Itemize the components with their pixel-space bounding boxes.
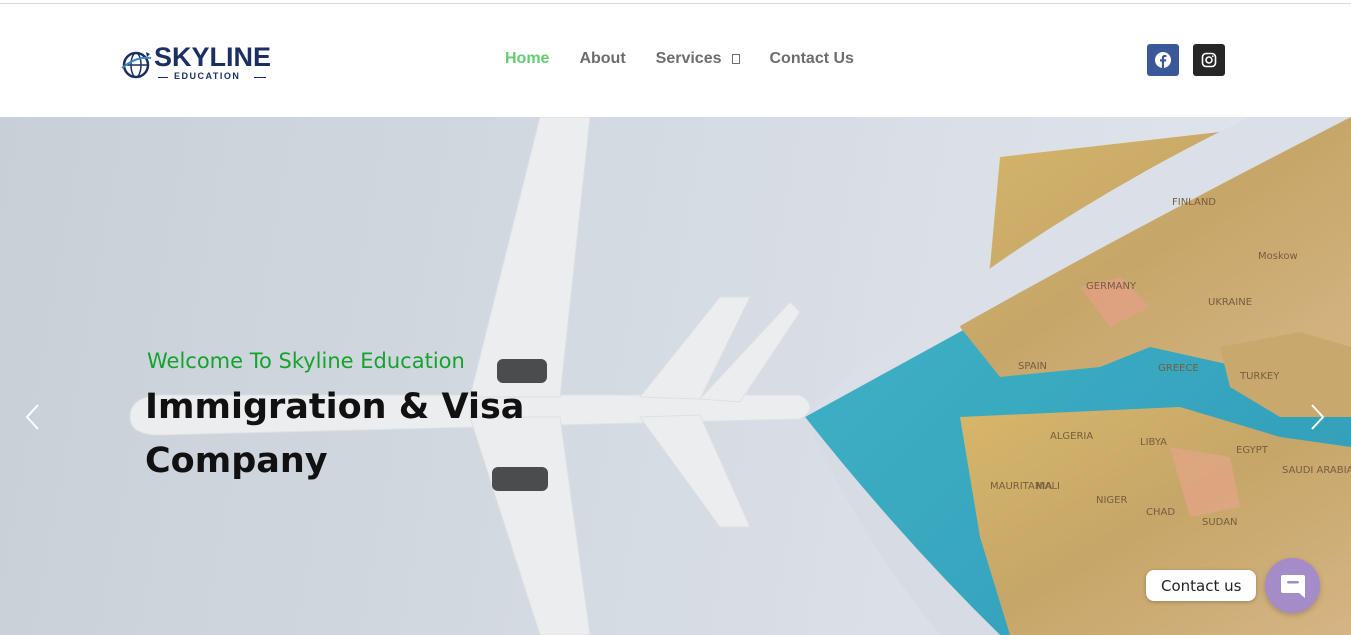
nav-item-home[interactable]: Home bbox=[505, 50, 549, 68]
hero-slider: FINLAND Moskow GERMANY UKRAINE SPAIN GRE… bbox=[0, 117, 1351, 635]
instagram-icon bbox=[1201, 52, 1217, 68]
instagram-button[interactable] bbox=[1193, 44, 1225, 76]
hero-title: Immigration & Visa Company bbox=[145, 387, 525, 481]
contact-us-label[interactable]: Contact us bbox=[1146, 570, 1257, 601]
logo[interactable]: SKYLINE EDUCATION bbox=[120, 42, 272, 86]
chevron-left-icon bbox=[25, 404, 39, 430]
contact-chat-button[interactable] bbox=[1265, 558, 1320, 613]
logo-divider bbox=[254, 77, 266, 78]
chevron-right-icon bbox=[1311, 404, 1325, 430]
chevron-down-icon bbox=[731, 54, 740, 64]
globe-icon bbox=[121, 51, 152, 79]
hero-overlay bbox=[0, 117, 1351, 635]
slider-prev-button[interactable] bbox=[20, 402, 44, 432]
nav-item-services-label: Services bbox=[655, 50, 722, 67]
site-header: SKYLINE EDUCATION Home About Services Co… bbox=[0, 4, 1351, 117]
slider-next-button[interactable] bbox=[1306, 402, 1330, 432]
nav-item-services[interactable]: Services bbox=[656, 50, 740, 68]
logo-wordmark: SKYLINE bbox=[154, 42, 272, 72]
facebook-button[interactable] bbox=[1147, 44, 1179, 76]
chat-icon bbox=[1280, 574, 1305, 598]
facebook-icon bbox=[1155, 52, 1171, 68]
nav-item-contact[interactable]: Contact Us bbox=[770, 50, 854, 68]
logo-tagline: EDUCATION bbox=[174, 71, 241, 81]
nav-item-about[interactable]: About bbox=[579, 50, 625, 68]
logo-divider bbox=[158, 77, 168, 78]
main-nav: Home About Services Contact Us bbox=[490, 49, 869, 69]
hero-eyebrow: Welcome To Skyline Education bbox=[147, 349, 465, 373]
